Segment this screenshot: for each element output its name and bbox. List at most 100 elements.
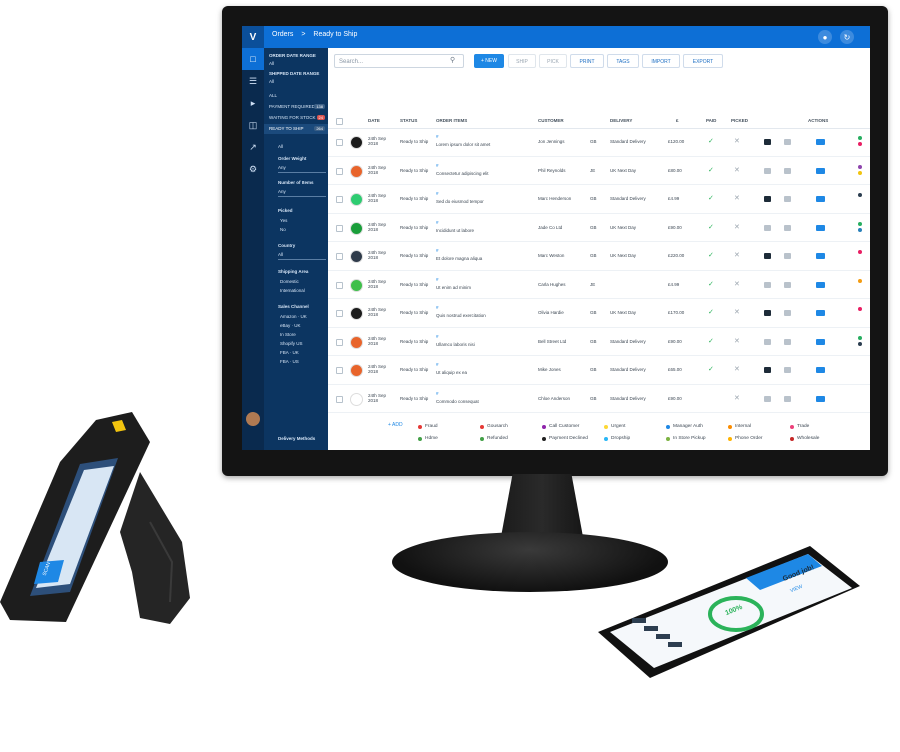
col-status[interactable]: STATUS: [400, 118, 417, 123]
legend-item[interactable]: Gousarch: [480, 424, 508, 429]
legend-item[interactable]: Dropship: [604, 436, 630, 441]
note-icon[interactable]: [784, 395, 791, 402]
pick-button[interactable]: PICK: [539, 54, 567, 68]
print-icon[interactable]: [764, 139, 771, 145]
status-payment-required[interactable]: PAYMENT REQUIRED: [269, 104, 315, 109]
country-select[interactable]: All: [278, 252, 326, 260]
legend-item[interactable]: Payment Declined: [542, 436, 588, 441]
print-icon[interactable]: [764, 395, 771, 402]
order-number[interactable]: #: [436, 248, 439, 253]
ship-truck-icon[interactable]: [816, 253, 825, 259]
order-number[interactable]: #: [436, 362, 439, 367]
legend-item[interactable]: Phone Order: [728, 436, 762, 441]
select-all-checkbox[interactable]: [336, 118, 343, 125]
legend-item[interactable]: Fraud: [418, 424, 438, 429]
note-icon[interactable]: [784, 196, 791, 202]
row-checkbox[interactable]: [336, 338, 343, 346]
table-row[interactable]: 24th Sep 2018 Ready to Ship # Ullamco labor…: [328, 328, 870, 356]
legend-item[interactable]: Refunded: [480, 436, 508, 441]
tags-button[interactable]: TAGS: [607, 54, 639, 68]
note-icon[interactable]: [784, 167, 791, 174]
row-checkbox[interactable]: [336, 395, 343, 403]
customer-name[interactable]: Phil Reynolds: [538, 168, 566, 173]
ship-truck-icon[interactable]: [816, 338, 825, 345]
legend-item[interactable]: In Store Pickup: [666, 436, 706, 441]
note-icon[interactable]: [784, 139, 791, 145]
search-input[interactable]: Search...: [334, 54, 464, 68]
user-avatar[interactable]: [246, 412, 260, 426]
print-icon[interactable]: [764, 196, 771, 202]
table-row[interactable]: 24th Sep 2018 Ready to Ship # Sed do eiusmo…: [328, 185, 870, 214]
row-checkbox[interactable]: [336, 196, 343, 203]
row-checkbox[interactable]: [336, 139, 343, 146]
print-icon[interactable]: [764, 310, 771, 316]
table-row[interactable]: 24th Sep 2018 Ready to Ship # Incididunt ut…: [328, 214, 870, 242]
row-checkbox[interactable]: [336, 310, 343, 317]
customer-name[interactable]: Chloe Anderson: [538, 396, 570, 401]
channel-amazon-uk[interactable]: Amazon · UK: [280, 314, 307, 319]
customer-name[interactable]: Carla Hughes: [538, 282, 566, 287]
order-date-range-value[interactable]: All: [269, 61, 274, 66]
order-weight-select[interactable]: Any: [278, 165, 326, 173]
ship-truck-icon[interactable]: [816, 310, 825, 316]
note-icon[interactable]: [784, 253, 791, 259]
print-icon[interactable]: [764, 281, 771, 288]
order-number[interactable]: #: [436, 134, 439, 139]
table-row[interactable]: 24th Sep 2018 Ready to Ship # Quis nostrud …: [328, 299, 870, 328]
ship-truck-icon[interactable]: [816, 196, 825, 202]
app-logo[interactable]: V: [242, 26, 264, 48]
order-number[interactable]: #: [436, 305, 439, 310]
customer-name[interactable]: Jon Jennings: [538, 139, 565, 144]
print-button[interactable]: PRINT: [570, 54, 604, 68]
bell-icon[interactable]: ●: [818, 30, 832, 44]
legend-item[interactable]: Call Customer: [542, 424, 579, 429]
import-button[interactable]: IMPORT: [642, 54, 680, 68]
ship-button[interactable]: SHIP: [508, 54, 536, 68]
customer-name[interactable]: Marc Weston: [538, 253, 564, 258]
breadcrumb-orders[interactable]: Orders: [272, 31, 293, 38]
ship-truck-icon[interactable]: [816, 395, 825, 402]
print-icon[interactable]: [764, 167, 771, 174]
status-waiting-for-stock[interactable]: WAITING FOR STOCK: [269, 115, 316, 120]
print-icon[interactable]: [764, 367, 771, 373]
col-delivery[interactable]: DELIVERY: [610, 118, 632, 123]
table-row[interactable]: 24th Sep 2018 Ready to Ship # Ut aliquip ex…: [328, 356, 870, 385]
channel-fba-us[interactable]: FBA · US: [280, 359, 299, 364]
col-date[interactable]: DATE: [368, 118, 380, 123]
order-number[interactable]: #: [436, 334, 439, 339]
row-checkbox[interactable]: [336, 224, 343, 232]
ship-truck-icon[interactable]: [816, 367, 825, 373]
customer-name[interactable]: Marc Henderson: [538, 196, 571, 201]
note-icon[interactable]: [784, 281, 791, 288]
chart-icon[interactable]: ↗: [242, 136, 264, 158]
new-button[interactable]: + NEW: [474, 54, 504, 68]
ship-truck-icon[interactable]: [816, 167, 825, 174]
order-number[interactable]: #: [436, 163, 439, 168]
settings-icon[interactable]: ⚙: [242, 158, 264, 180]
legend-item[interactable]: Wholesale: [790, 436, 819, 441]
status-all[interactable]: ALL: [269, 93, 277, 98]
order-number[interactable]: #: [436, 191, 439, 196]
shipped-date-range-value[interactable]: All: [269, 79, 274, 84]
legend-item[interactable]: Internal: [728, 424, 751, 429]
picked-yes[interactable]: Yes: [280, 218, 287, 223]
table-row[interactable]: 24th Sep 2018 Ready to Ship # Consectetur a…: [328, 157, 870, 185]
filter-all[interactable]: All: [278, 144, 283, 149]
table-row[interactable]: 24th Sep 2018 Ready to Ship # Commodo conse…: [328, 385, 870, 413]
col-customer[interactable]: CUSTOMER: [538, 118, 564, 123]
picked-no[interactable]: No: [280, 227, 286, 232]
col-price[interactable]: £: [676, 118, 679, 123]
shipping-domestic[interactable]: Domestic: [280, 279, 299, 284]
col-order-items[interactable]: ORDER ITEMS: [436, 118, 467, 123]
customer-name[interactable]: Jade Co Ltd: [538, 225, 562, 230]
ship-truck-icon[interactable]: [816, 224, 825, 231]
customer-name[interactable]: Olivia Hardie: [538, 310, 564, 315]
row-checkbox[interactable]: [336, 167, 343, 175]
number-of-items-select[interactable]: Any: [278, 189, 326, 197]
print-icon[interactable]: [764, 224, 771, 231]
ship-truck-icon[interactable]: [816, 139, 825, 145]
order-number[interactable]: #: [436, 220, 439, 225]
note-icon[interactable]: [784, 224, 791, 231]
channel-fba-uk[interactable]: FBA · UK: [280, 350, 299, 355]
col-actions[interactable]: ACTIONS: [808, 118, 828, 123]
